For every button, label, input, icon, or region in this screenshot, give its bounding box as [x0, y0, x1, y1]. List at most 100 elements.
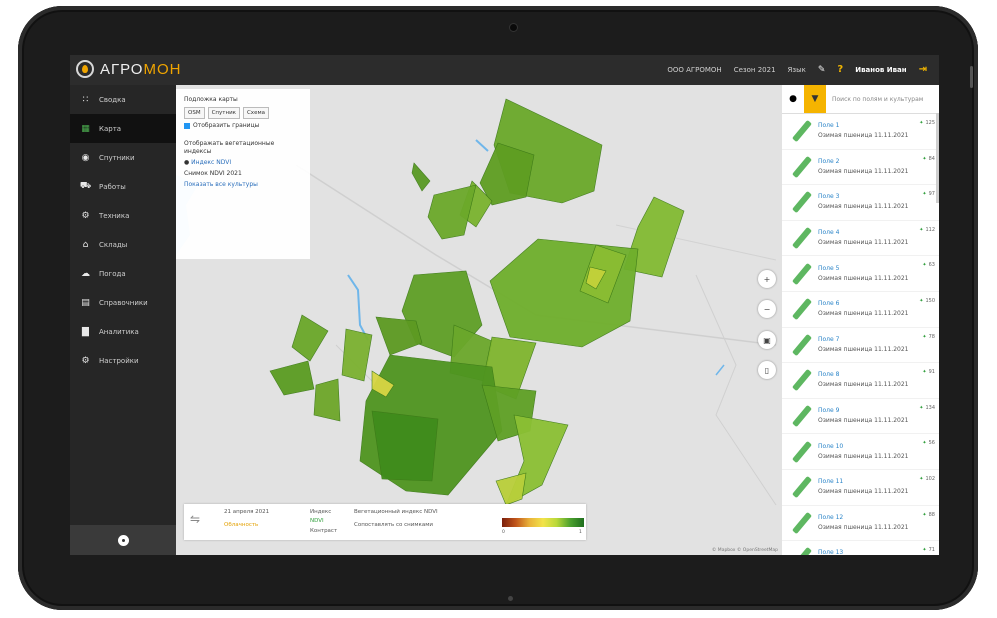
field-area: 71 [928, 547, 935, 554]
field-polygon[interactable] [495, 472, 527, 506]
fullscreen-icon[interactable]: ▣ [758, 331, 776, 349]
leaf-icon: ✦ [922, 333, 927, 340]
list-item[interactable]: Поле 3 Озимая пшеница 11.11.2021 ✦ 97 [782, 185, 939, 221]
app-screen: АГРОМОН ООО АГРОМОН Сезон 2021 Язык ✎ ? … [70, 55, 939, 555]
basemap-chip[interactable]: Схема [242, 107, 269, 119]
layer-date: Снимок NDVI 2021 [184, 170, 242, 177]
scrollbar[interactable] [936, 113, 939, 203]
zoom-out-button[interactable]: − [758, 300, 776, 318]
option-index[interactable]: Индекс [310, 509, 331, 515]
field-name: Поле 13 [818, 549, 844, 555]
layers-icon[interactable]: ▯ [758, 361, 776, 379]
list-item[interactable]: Поле 1 Озимая пшеница 11.11.2021 ✦ 125 [782, 114, 939, 150]
field-polygon[interactable] [375, 316, 423, 356]
zoom-in-button[interactable]: + [758, 270, 776, 288]
field-polygon[interactable] [479, 142, 535, 206]
list-item[interactable]: Поле 8 Озимая пшеница 11.11.2021 ✦ 91 [782, 363, 939, 399]
sidebar-item[interactable]: ∷ Сводка [70, 85, 176, 114]
layer-title: Отображать вегетационные индексы [184, 140, 275, 155]
org-selector[interactable]: ООО АГРОМОН [667, 66, 721, 74]
sidebar-item-label: Сводка [99, 95, 126, 104]
sidebar-item-label: Погода [99, 269, 126, 278]
sidebar-item[interactable]: ☁ Погода [70, 259, 176, 288]
field-area: 102 [925, 475, 935, 482]
logo[interactable]: АГРОМОН [76, 60, 181, 78]
list-item[interactable]: Поле 11 Озимая пшеница 11.11.2021 ✦ 102 [782, 470, 939, 506]
field-shape-icon [790, 263, 814, 285]
field-shape-icon [790, 156, 814, 178]
field-crop: Озимая пшеница 11.11.2021 [818, 239, 909, 247]
sidebar-item-label: Настройки [99, 356, 139, 365]
list-item[interactable]: Поле 4 Озимая пшеница 11.11.2021 ✦ 112 [782, 221, 939, 257]
list-item[interactable]: Поле 5 Озимая пшеница 11.11.2021 ✦ 63 [782, 256, 939, 292]
field-polygon[interactable] [427, 184, 477, 240]
list-item[interactable]: Поле 7 Озимая пшеница 11.11.2021 ✦ 78 [782, 328, 939, 364]
season-selector[interactable]: Сезон 2021 [734, 66, 776, 74]
settings-icon: ⚙ [81, 355, 90, 366]
collapse-button[interactable] [117, 534, 129, 546]
leaf-icon: ✦ [922, 262, 927, 269]
leaf-icon: ✦ [919, 404, 924, 411]
sidebar-item[interactable]: ▇ Аналитика [70, 317, 176, 346]
sidebar-item[interactable]: ⚙ Настройки [70, 346, 176, 375]
filter-icon[interactable]: ▼ [804, 85, 826, 113]
sidebar-item-label: Спутники [99, 153, 135, 162]
book-icon: ▤ [81, 297, 90, 308]
field-polygon[interactable] [313, 378, 341, 422]
field-area: 112 [925, 226, 935, 233]
field-shape-icon [790, 227, 814, 249]
sensor-dot [508, 596, 513, 601]
help-icon[interactable]: ? [837, 64, 843, 75]
field-crop: Озимая пшеница 11.11.2021 [818, 488, 909, 496]
sidebar-item[interactable]: ▦ Карта [70, 114, 176, 143]
list-item[interactable]: Поле 9 Озимая пшеница 11.11.2021 ✦ 134 [782, 399, 939, 435]
basemap-chip[interactable]: OSM [184, 107, 205, 119]
index-description: Вегетационный индекс NDVI [354, 509, 438, 515]
leaf-icon: ✦ [922, 440, 927, 447]
logout-icon[interactable]: ⇥ [919, 64, 927, 75]
list-item[interactable]: Поле 13Озимая пшеница 11.11.2021✦71 [782, 541, 939, 555]
leaf-icon: ✦ [922, 511, 927, 518]
map-view[interactable]: Подложка карты OSM Спутник Схема Отобразит… [176, 85, 782, 555]
checkbox[interactable] [184, 122, 190, 129]
leaf-icon: ✦ [919, 120, 924, 126]
field-crop: Озимая пшеница 11.11.2021 [818, 523, 909, 531]
sidebar-item[interactable]: ⚙ Техника [70, 201, 176, 230]
date-label[interactable]: 21 апреля 2021 [224, 509, 269, 515]
pencil-icon[interactable]: ✎ [818, 65, 826, 75]
search-input[interactable]: Поиск по полям и культурам [826, 96, 923, 103]
field-polygon[interactable] [371, 410, 439, 482]
info-icon[interactable]: ● [782, 85, 804, 113]
field-shape-icon [790, 298, 814, 320]
list-item[interactable]: Поле 2 Озимая пшеница 11.11.2021 ✦ 84 [782, 150, 939, 186]
share-icon[interactable]: ⇋ [190, 512, 200, 526]
field-polygon[interactable] [291, 314, 329, 362]
logo-text: АГРО [100, 60, 144, 78]
option-ndvi[interactable]: NDVI [310, 518, 324, 524]
sidebar-item[interactable]: ⌂ Склады [70, 230, 176, 259]
layer-item[interactable]: Индекс NDVI [191, 159, 231, 166]
language-selector[interactable]: Язык [788, 66, 806, 74]
field-polygon[interactable] [341, 328, 373, 382]
compare-description: Сопоставлять со снимками [354, 522, 433, 528]
leaf-icon: ✦ [922, 155, 927, 162]
field-polygon[interactable] [411, 162, 431, 192]
sidebar: ∷ Сводка ▦ Карта ◉ Спутники ⛟ Работы ⚙ Техника ⌂ Ск… [70, 85, 176, 555]
sidebar-item-label: Карта [99, 124, 122, 133]
sidebar-item[interactable]: ▤ Справочники [70, 288, 176, 317]
basemap-chip[interactable]: Спутник [207, 107, 240, 119]
option-contrast[interactable]: Контраст [310, 528, 337, 534]
user-name[interactable]: Иванов Иван [855, 66, 906, 74]
field-polygon[interactable] [269, 360, 315, 396]
cloud-icon: ☁ [81, 268, 90, 279]
list-item[interactable]: Поле 6 Озимая пшеница 11.11.2021 ✦ 150 [782, 292, 939, 328]
sidebar-item[interactable]: ◉ Спутники [70, 143, 176, 172]
show-all-link[interactable]: Показать все культуры [184, 181, 302, 189]
leaf-icon: ✦ [919, 226, 924, 233]
warehouse-icon: ⌂ [82, 239, 89, 250]
list-item[interactable]: Поле 12 Озимая пшеница 11.11.2021 ✦ 88 [782, 506, 939, 542]
sidebar-item[interactable]: ⛟ Работы [70, 172, 176, 201]
logo-accent-text: МОН [143, 60, 182, 78]
field-area: 84 [928, 155, 935, 162]
list-item[interactable]: Поле 10 Озимая пшеница 11.11.2021 ✦ 56 [782, 434, 939, 470]
